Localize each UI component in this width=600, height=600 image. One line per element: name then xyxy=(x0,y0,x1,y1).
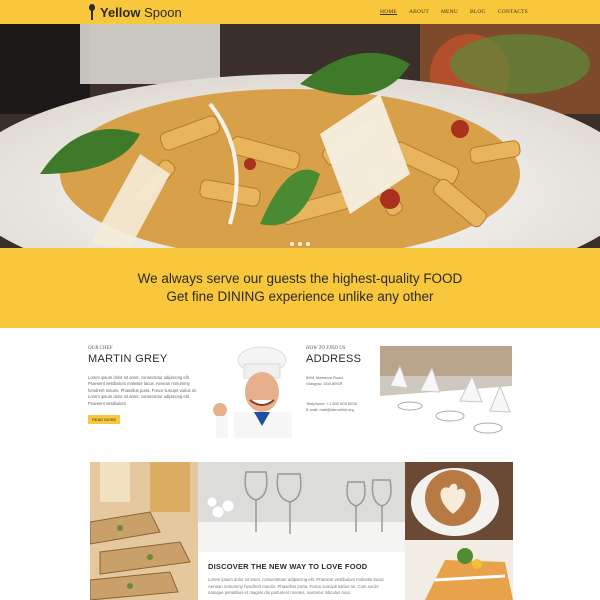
nav-menu[interactable]: MENU xyxy=(441,8,458,16)
feature-card: DISCOVER THE NEW WAY TO LOVE FOOD Lorem … xyxy=(198,552,405,600)
feature-description: Lorem ipsum dolor sit amet, consectetuer… xyxy=(208,577,385,595)
slider-dot[interactable] xyxy=(298,242,302,246)
address-street-group: 8901 Marmora Road, Glasgow, D04 89GR xyxy=(306,375,376,387)
site-header: Yellow Spoon HOME ABOUT MENU BLOG CONTAC… xyxy=(0,0,600,24)
nav-blog[interactable]: BLOG xyxy=(470,8,486,16)
slider-dot[interactable] xyxy=(290,242,294,246)
latte-photo xyxy=(405,462,513,540)
read-more-button[interactable]: READ MORE xyxy=(88,415,121,425)
tagline-line-2: Get fine DINING experience unlike any ot… xyxy=(166,289,434,304)
tagline-banner: We always serve our guests the highest-q… xyxy=(0,248,600,328)
chef-name: MARTIN GREY xyxy=(88,353,168,365)
hero-slider[interactable] xyxy=(0,24,600,248)
nav-contacts[interactable]: CONTACTS xyxy=(498,8,528,16)
address-contact-group: Telephone: +1 800 603 6035 E-mail: mail@… xyxy=(306,401,376,413)
wine-glasses-photo xyxy=(198,462,405,552)
slider-dots xyxy=(290,242,310,246)
logo[interactable]: Yellow Spoon xyxy=(88,2,182,22)
nav-home[interactable]: HOME xyxy=(380,8,397,16)
feature-title: DISCOVER THE NEW WAY TO LOVE FOOD xyxy=(208,562,368,571)
nav-about[interactable]: ABOUT xyxy=(409,8,429,16)
address-section: HOW TO FIND US ADDRESS 8901 Marmora Road… xyxy=(306,346,376,438)
chef-section: OUR CHEF MARTIN GREY Lorem ipsum dolor s… xyxy=(88,346,198,438)
pastry-photo xyxy=(405,540,513,600)
chef-photo xyxy=(198,346,298,438)
dining-room-photo xyxy=(380,346,512,438)
tagline-line-1: We always serve our guests the highest-q… xyxy=(137,271,463,286)
address-city: Glasgow, D04 89GR xyxy=(306,381,343,386)
spoon-icon xyxy=(88,4,96,20)
chef-label: OUR CHEF xyxy=(88,346,113,351)
chef-description: Lorem ipsum dolor sit amet, consectetur … xyxy=(88,375,198,406)
slider-dot[interactable] xyxy=(306,242,310,246)
pasta-dish-image xyxy=(0,24,600,248)
address-email[interactable]: E-mail: mail@demolink.org xyxy=(306,407,376,413)
main-nav: HOME ABOUT MENU BLOG CONTACTS xyxy=(380,0,528,24)
address-title: ADDRESS xyxy=(306,353,362,365)
biscotti-photo xyxy=(90,462,198,600)
logo-text: Yellow Spoon xyxy=(100,4,182,20)
address-label: HOW TO FIND US xyxy=(306,346,346,351)
